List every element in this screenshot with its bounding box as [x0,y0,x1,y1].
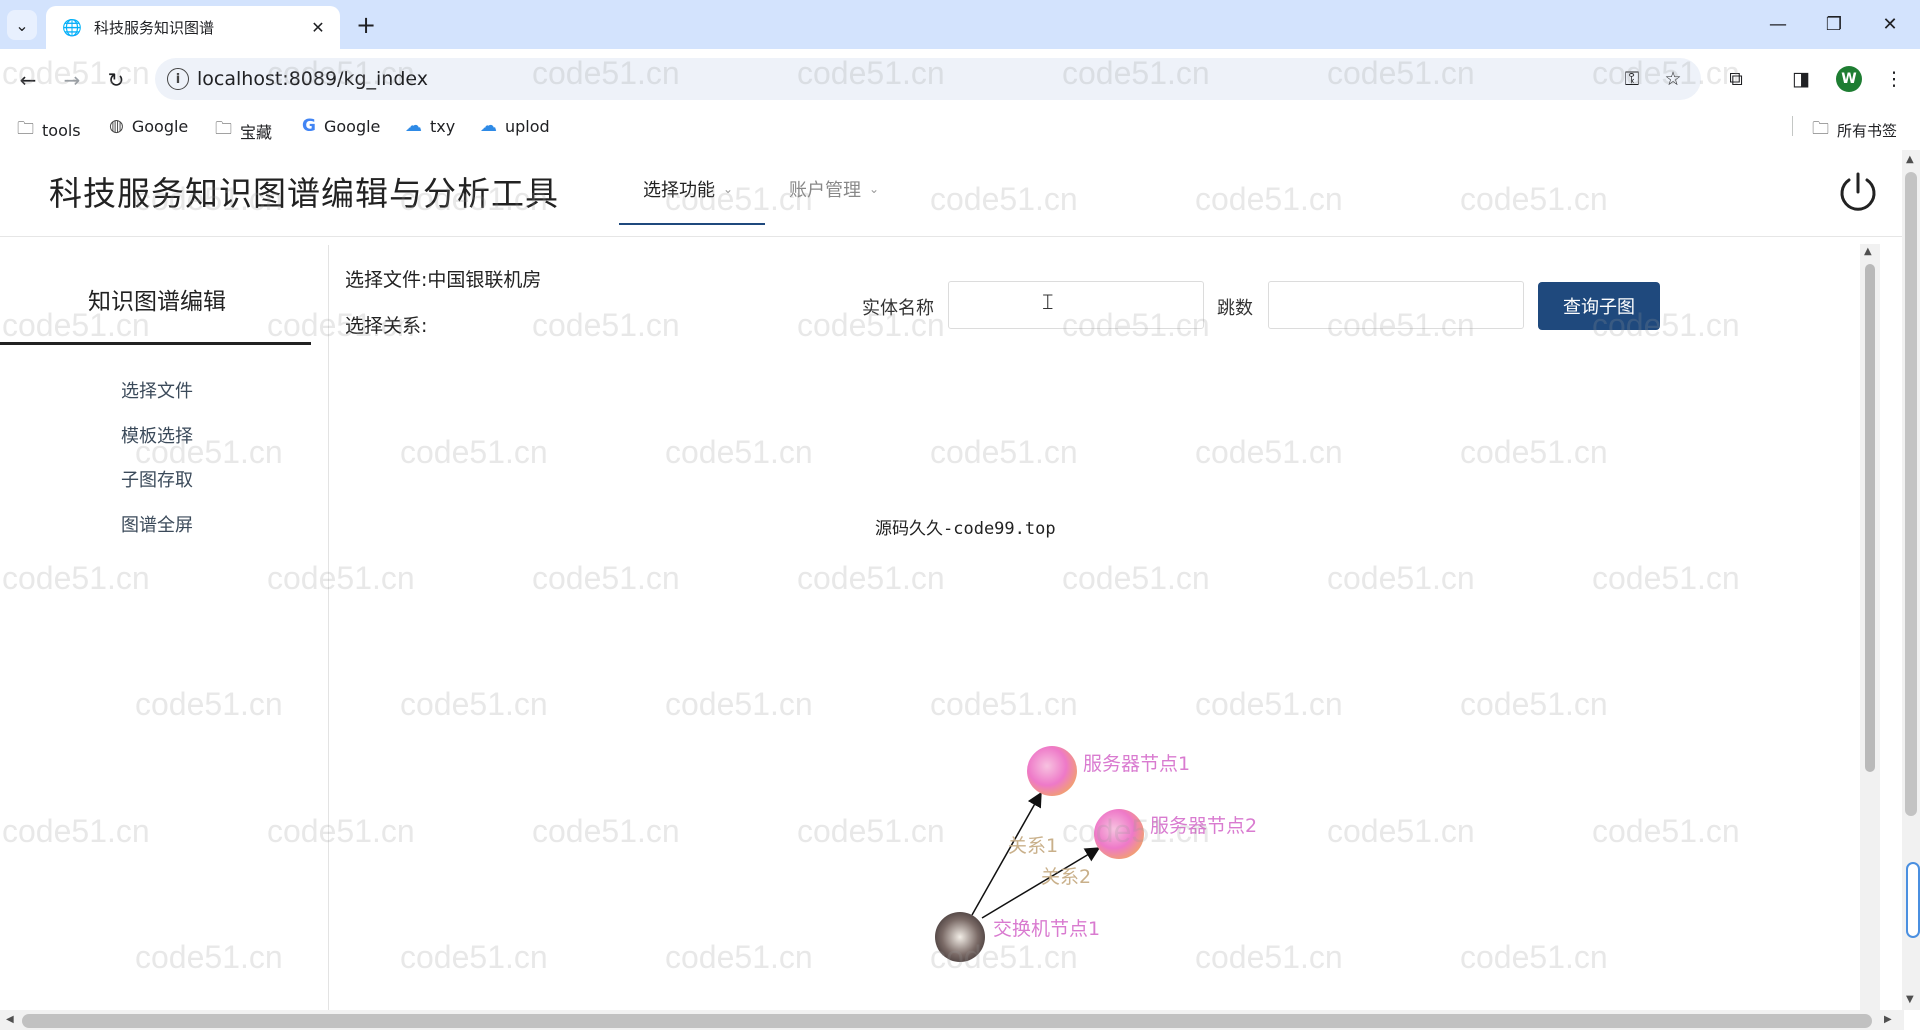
graph-node-switch-1[interactable] [935,912,985,962]
horizontal-scroll-thumb[interactable] [22,1014,1872,1028]
page-scroll-down-arrow-icon[interactable]: ▼ [1906,994,1914,1005]
node-label: 服务器节点1 [1083,753,1190,775]
scroll-up-arrow-icon[interactable]: ▲ [1864,246,1872,257]
floating-scroll-handle[interactable] [1906,862,1920,938]
scroll-right-arrow-icon[interactable]: ▶ [1884,1014,1892,1025]
graph-node-server-1[interactable] [1027,746,1077,796]
graph-node-server-2[interactable] [1094,809,1144,859]
page-scroll-up-arrow-icon[interactable]: ▲ [1906,154,1914,165]
content-scroll-thumb[interactable] [1865,264,1875,772]
knowledge-graph[interactable]: 关系1 关系2 服务器节点1 服务器节点2 交换机节点1 [0,0,1920,1030]
edge-label: 关系2 [1041,866,1091,888]
edge-label: 关系1 [1008,835,1058,857]
node-label: 服务器节点2 [1150,815,1257,837]
page-scroll-thumb[interactable] [1905,172,1917,816]
scroll-left-arrow-icon[interactable]: ◀ [6,1014,14,1025]
node-label: 交换机节点1 [993,918,1100,940]
